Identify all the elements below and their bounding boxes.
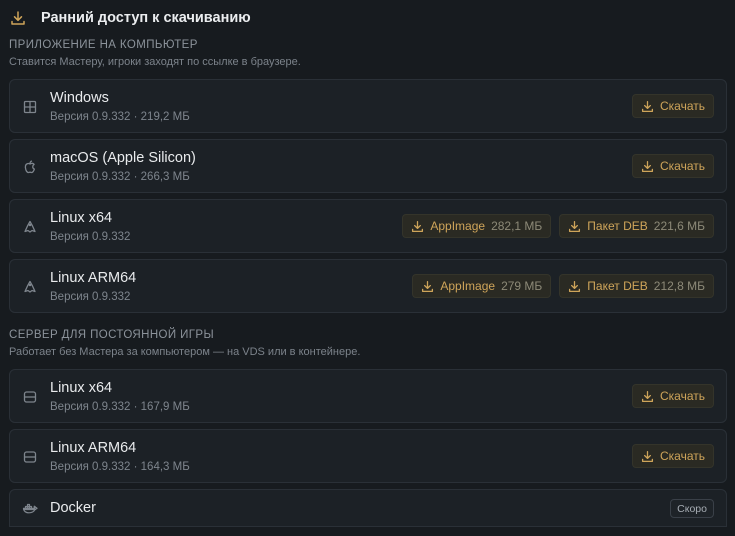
- docker-icon: [22, 501, 38, 517]
- page-header: Ранний доступ к скачиванию: [10, 6, 251, 30]
- download-icon: [641, 160, 654, 173]
- linux-icon: [22, 279, 38, 295]
- download-card-linux-arm64: Linux ARM64 Версия 0.9.332 AppImage 279 …: [9, 259, 727, 313]
- linux-icon: [22, 219, 38, 235]
- download-icon: [421, 280, 434, 293]
- server-card-linux-arm64: Linux ARM64 Версия 0.9.332 · 164,3 МБ Ск…: [9, 429, 727, 483]
- download-button-label: Скачать: [660, 449, 705, 463]
- download-icon: [568, 280, 581, 293]
- server-icon: [22, 449, 38, 465]
- download-card-macos: macOS (Apple Silicon) Версия 0.9.332 · 2…: [9, 139, 727, 193]
- download-card-linux-x64: Linux x64 Версия 0.9.332 AppImage 282,1 …: [9, 199, 727, 253]
- card-meta: Версия 0.9.332 · 167,9 МБ: [50, 401, 190, 413]
- download-icon: [411, 220, 424, 233]
- card-title: Linux x64: [50, 210, 113, 226]
- coming-soon-badge: Скоро: [670, 499, 714, 518]
- card-meta: Версия 0.9.332: [50, 231, 131, 243]
- card-meta: Версия 0.9.332 · 266,3 МБ: [50, 171, 190, 183]
- download-button-label: Скачать: [660, 99, 705, 113]
- section-title-desktop: ПРИЛОЖЕНИЕ НА КОМПЬЮТЕР: [9, 39, 198, 51]
- appimage-label: AppImage: [430, 219, 486, 233]
- card-title: Linux ARM64: [50, 270, 137, 286]
- download-button-windows[interactable]: Скачать: [632, 94, 714, 118]
- card-title: Docker: [50, 500, 96, 516]
- card-title: Linux ARM64: [50, 440, 137, 456]
- download-icon: [641, 390, 654, 403]
- download-icon: [568, 220, 581, 233]
- deb-label: Пакет DEB: [587, 279, 648, 293]
- deb-label: Пакет DEB: [587, 219, 648, 233]
- section-subtitle-server: Работает без Мастера за компьютером — на…: [9, 346, 361, 358]
- card-meta: Версия 0.9.332 · 219,2 МБ: [50, 111, 190, 123]
- download-icon: [641, 450, 654, 463]
- download-button-label: Скачать: [660, 159, 705, 173]
- download-icon: [641, 100, 654, 113]
- section-subtitle-desktop: Ставится Мастеру, игроки заходят по ссыл…: [9, 56, 301, 68]
- server-card-docker: Docker Скоро: [9, 489, 727, 527]
- card-title: Windows: [50, 90, 109, 106]
- download-icon: [10, 10, 26, 26]
- card-title: macOS (Apple Silicon): [50, 150, 196, 166]
- page-title: Ранний доступ к скачиванию: [41, 10, 251, 26]
- card-meta: Версия 0.9.332: [50, 291, 131, 303]
- deb-size: 212,8 МБ: [653, 279, 705, 293]
- card-meta: Версия 0.9.332 · 164,3 МБ: [50, 461, 190, 473]
- download-button-server-linux-arm64[interactable]: Скачать: [632, 444, 714, 468]
- appimage-size: 279 МБ: [501, 279, 543, 293]
- appimage-size: 282,1 МБ: [491, 219, 543, 233]
- download-button-server-linux-x64[interactable]: Скачать: [632, 384, 714, 408]
- deb-button-linux-arm64[interactable]: Пакет DEB 212,8 МБ: [559, 274, 714, 298]
- download-card-windows: Windows Версия 0.9.332 · 219,2 МБ Скачат…: [9, 79, 727, 133]
- apple-icon: [22, 159, 38, 175]
- appimage-label: AppImage: [440, 279, 496, 293]
- server-icon: [22, 389, 38, 405]
- section-title-server: СЕРВЕР ДЛЯ ПОСТОЯННОЙ ИГРЫ: [9, 329, 215, 341]
- deb-button-linux-x64[interactable]: Пакет DEB 221,6 МБ: [559, 214, 714, 238]
- card-title: Linux x64: [50, 380, 113, 396]
- deb-size: 221,6 МБ: [653, 219, 705, 233]
- windows-icon: [22, 99, 38, 115]
- server-card-linux-x64: Linux x64 Версия 0.9.332 · 167,9 МБ Скач…: [9, 369, 727, 423]
- appimage-button-linux-x64[interactable]: AppImage 282,1 МБ: [402, 214, 552, 238]
- download-button-macos[interactable]: Скачать: [632, 154, 714, 178]
- appimage-button-linux-arm64[interactable]: AppImage 279 МБ: [412, 274, 552, 298]
- download-button-label: Скачать: [660, 389, 705, 403]
